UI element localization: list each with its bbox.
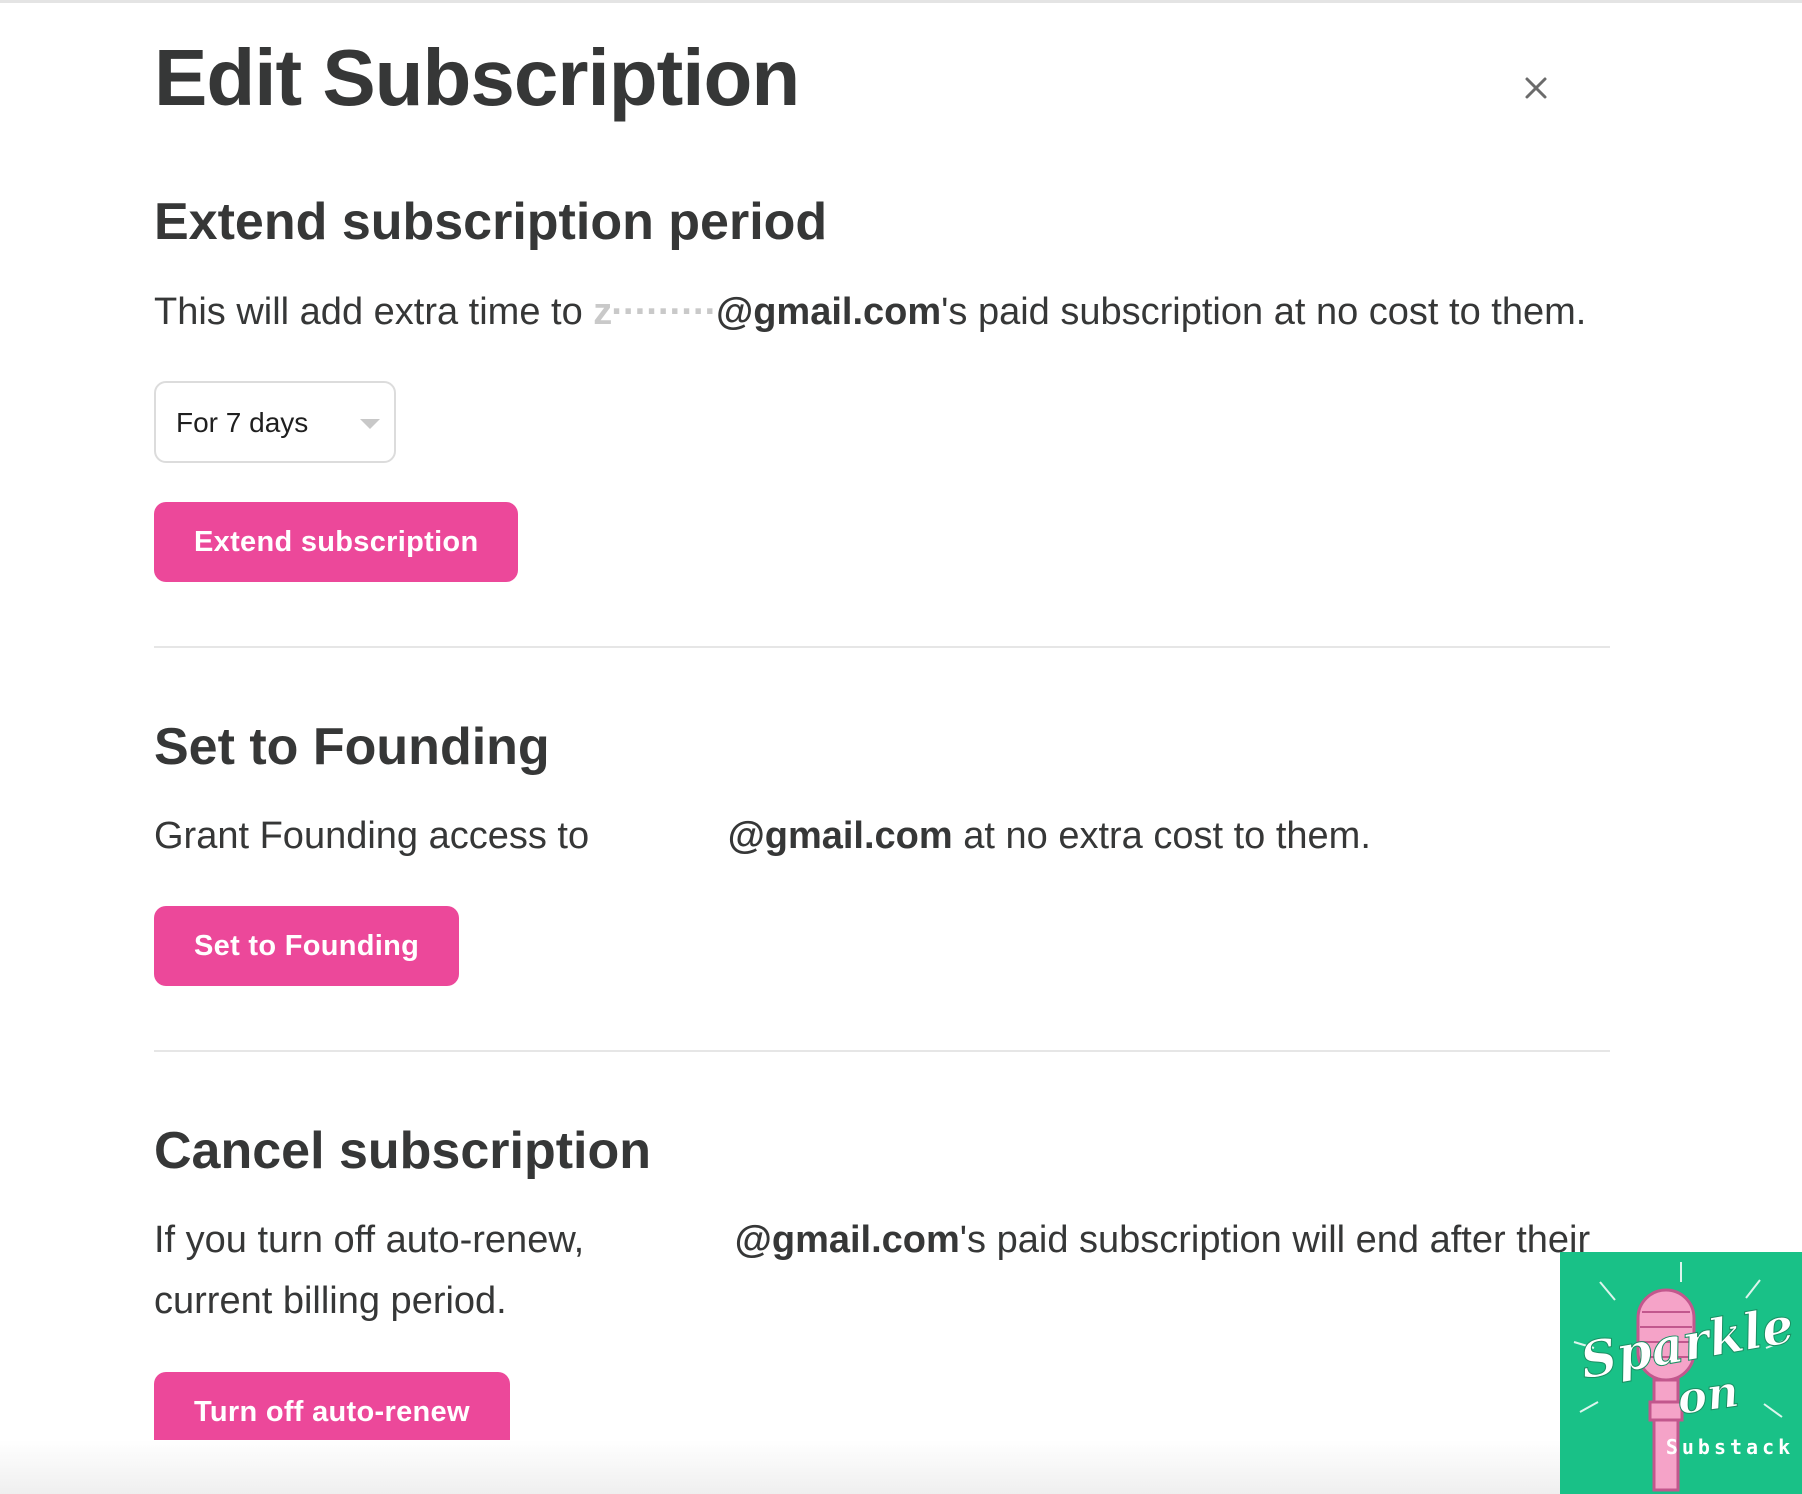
close-icon[interactable] <box>1516 68 1556 108</box>
cancel-section: Cancel subscription <box>154 1119 1610 1183</box>
cancel-desc-prefix: If you turn off auto-renew, <box>154 1219 595 1261</box>
redacted-email-user <box>599 847 728 848</box>
extend-desc-prefix: This will add extra time to <box>154 291 594 333</box>
redacted-email-user <box>594 1251 735 1252</box>
founding-email: @gmail.com <box>727 815 953 857</box>
duration-select[interactable]: For 7 days <box>154 381 396 463</box>
founding-description: Grant Founding access to @gmail.com at n… <box>154 806 1610 867</box>
extend-subscription-button[interactable]: Extend subscription <box>154 502 519 582</box>
founding-section: Set to Founding <box>154 715 1610 779</box>
divider <box>154 646 1610 648</box>
divider <box>154 1050 1610 1052</box>
redacted-email-user: z········· <box>593 291 717 333</box>
extend-section: Extend subscription period <box>154 190 1610 254</box>
modal-title: Edit Subscription <box>154 33 800 122</box>
top-border <box>0 0 1802 3</box>
extend-desc-suffix: 's paid subscription at no cost to them. <box>941 291 1587 333</box>
founding-desc-prefix: Grant Founding access to <box>154 815 600 857</box>
set-to-founding-button[interactable]: Set to Founding <box>154 906 460 986</box>
extend-description: This will add extra time to z·········@g… <box>154 282 1610 343</box>
cancel-heading: Cancel subscription <box>154 1122 651 1180</box>
founding-heading: Set to Founding <box>154 718 550 776</box>
duration-select-value: For 7 days <box>176 407 309 438</box>
chevron-down-icon <box>360 419 380 429</box>
logo-text-on: on <box>1674 1366 1742 1425</box>
extend-heading: Extend subscription period <box>154 193 828 251</box>
cancel-description: If you turn off auto-renew, @gmail.com's… <box>154 1210 1614 1332</box>
bottom-fade <box>0 1440 1802 1494</box>
microphone-icon: Sparkle on Substack <box>1573 1262 1799 1492</box>
extend-email: @gmail.com <box>716 291 942 333</box>
sparkle-on-substack-logo: Sparkle on Substack <box>1560 1252 1802 1494</box>
logo-text-substack: Substack <box>1666 1435 1794 1459</box>
founding-desc-suffix: at no extra cost to them. <box>952 815 1371 857</box>
cancel-email: @gmail.com <box>734 1219 960 1261</box>
